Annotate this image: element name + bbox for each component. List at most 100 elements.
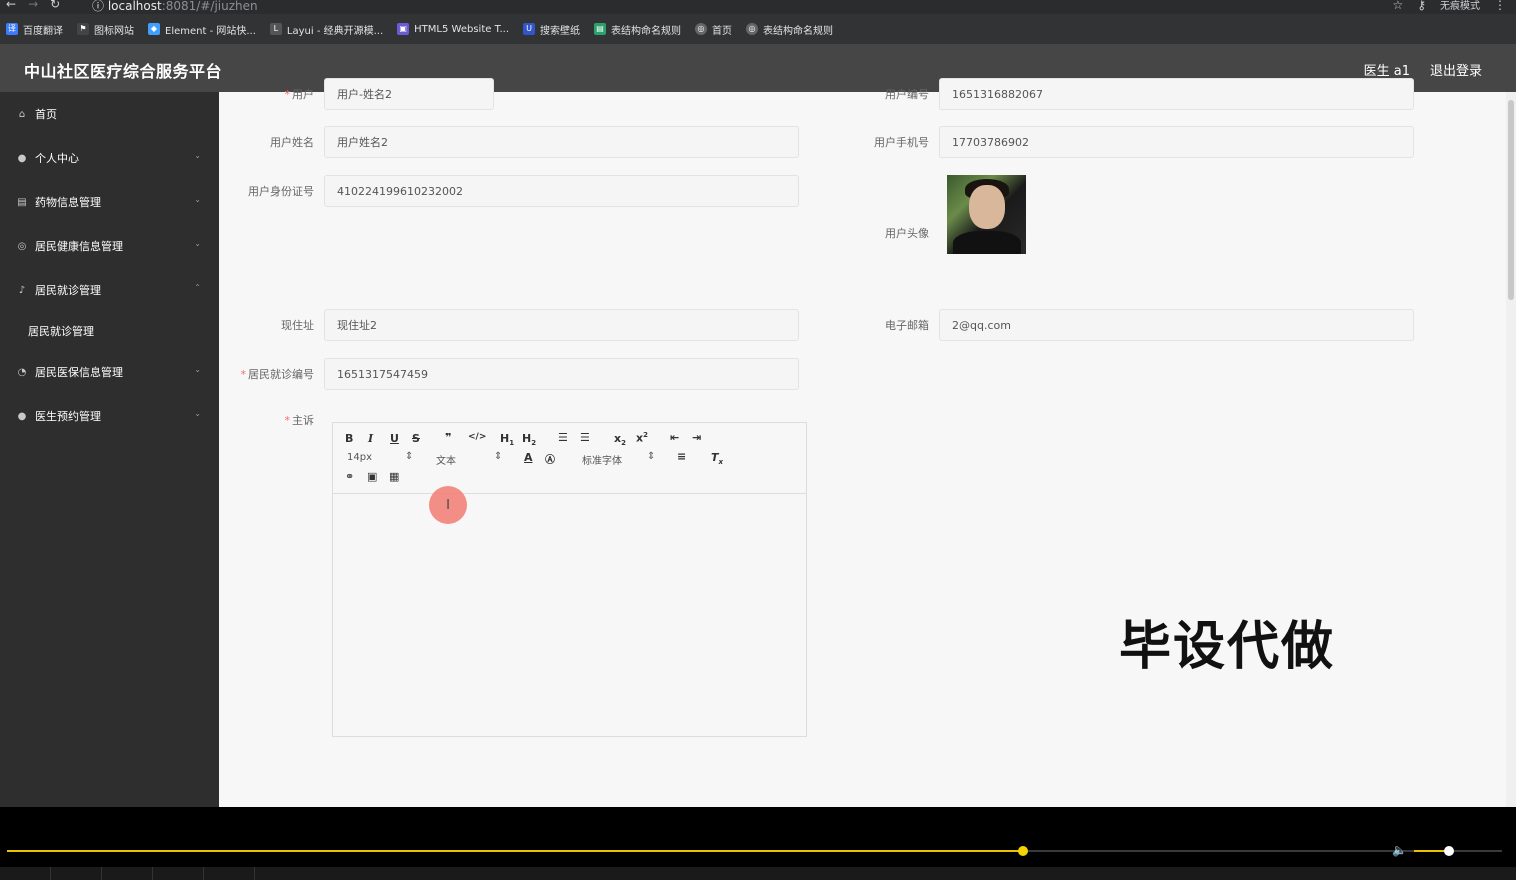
bookmark-item[interactable]: L Layui - 经典开源模... [269, 22, 383, 37]
field-label: 居民就诊编号 [248, 368, 314, 381]
chevron-down-icon: ⌄ [194, 151, 201, 160]
sidebar-item-visit[interactable]: ♪ 居民就诊管理 ⌃ [0, 268, 219, 312]
current-user[interactable]: 医生 a1 [1364, 60, 1410, 79]
form-row-complaint: * 主诉 [284, 414, 315, 427]
circle-icon: ◎ [17, 240, 27, 252]
bookmark-item[interactable]: ◎ 首页 [695, 22, 732, 37]
sidebar-item-appointment[interactable]: ● 医生预约管理 ⌄ [0, 394, 219, 438]
clear-format-icon[interactable]: Tx [711, 451, 723, 466]
sidebar-item-insurance[interactable]: ◔ 居民医保信息管理 ⌄ [0, 350, 219, 394]
heading1-icon[interactable]: H1 [500, 432, 514, 447]
seek-handle[interactable] [1018, 846, 1028, 856]
link-icon[interactable]: ⚭ [345, 470, 354, 483]
sidebar-subitem-visit[interactable]: 居民就诊管理 [0, 312, 219, 350]
heading2-icon[interactable]: H2 [522, 432, 536, 447]
user-avatar-image[interactable] [947, 175, 1026, 254]
form-row-address: 现住址 现住址2 [219, 309, 799, 341]
background-color-icon[interactable]: Ⓐ [545, 451, 555, 466]
email-input[interactable]: 2@qq.com [939, 309, 1414, 341]
sidebar-item-home[interactable]: ⌂ 首页 [0, 92, 219, 136]
outdent-icon[interactable]: ⇤ [670, 431, 679, 444]
address-bar[interactable]: ⓘ localhost:8081/#/jiuzhen [92, 0, 258, 14]
code-icon[interactable]: </> [468, 432, 486, 442]
field-label: 现住址 [281, 319, 314, 332]
browser-actions: ☆ ⚷ 无痕模式 ⋮ [1392, 0, 1506, 12]
bookmark-item[interactable]: ◎ 表结构命名规则 [746, 22, 833, 37]
bookmark-item[interactable]: U 搜索壁纸 [523, 22, 580, 37]
user-no-input[interactable]: 1651316882067 [939, 78, 1414, 110]
star-icon[interactable]: ☆ [1392, 0, 1403, 12]
video-player-controls: 🔈 [0, 807, 1516, 880]
form-row-account: * 用户 用户-姓名2 [219, 78, 494, 110]
sidebar-item-health-info[interactable]: ◎ 居民健康信息管理 ⌄ [0, 224, 219, 268]
user-idcard-input[interactable]: 410224199610232002 [324, 175, 799, 207]
user-icon: ● [17, 410, 27, 422]
editor-body[interactable] [333, 494, 806, 736]
volume-icon[interactable]: 🔈 [1392, 843, 1407, 857]
home-icon: ⌂ [18, 108, 26, 120]
reload-icon[interactable]: ↻ [50, 0, 60, 11]
bullet-list-icon[interactable]: ☰ [580, 431, 590, 444]
field-label: 用户编号 [885, 88, 929, 101]
document-icon: ▤ [17, 196, 27, 208]
field-label: 用户姓名 [270, 136, 314, 149]
font-size-select[interactable]: 14px [347, 452, 372, 463]
user-phone-input[interactable]: 17703786902 [939, 126, 1414, 158]
address-input[interactable]: 现住址2 [324, 309, 799, 341]
editor-toolbar: B I U S ❞ </> H1 H2 ☰ ☰ x2 x2 ⇤ ⇥ 14px ⇕… [333, 423, 806, 494]
gauge-icon: ◔ [17, 366, 27, 378]
video-icon[interactable]: ▦ [389, 470, 399, 483]
font-color-icon[interactable]: A [524, 451, 533, 464]
user-icon: ● [17, 152, 27, 164]
form-row-email: 电子邮箱 2@qq.com [834, 309, 1414, 341]
forward-icon[interactable]: → [28, 0, 38, 11]
bookmark-item[interactable]: ⚑ 图标网站 [77, 22, 134, 37]
seek-progress [7, 850, 1023, 852]
logout-button[interactable]: 退出登录 [1430, 60, 1482, 79]
page-scrollbar[interactable] [1506, 92, 1516, 807]
bold-icon[interactable]: B [345, 432, 353, 445]
key-icon[interactable]: ⚷ [1417, 0, 1426, 12]
url-path: :8081/#/jiuzhen [161, 0, 258, 13]
align-icon[interactable]: ≡ [677, 450, 686, 463]
ordered-list-icon[interactable]: ☰ [558, 431, 568, 444]
italic-icon[interactable]: I [368, 432, 373, 445]
visit-no-input[interactable]: 1651317547459 [324, 358, 799, 390]
form-row-user-no: 用户编号 1651316882067 [834, 78, 1414, 110]
quote-icon[interactable]: ❞ [445, 431, 451, 444]
element-icon: ◆ [148, 23, 160, 35]
globe-icon: ◎ [746, 23, 759, 35]
form-row-avatar-label: 用户头像 [834, 225, 939, 241]
bookmark-item[interactable]: 译百度翻译 [6, 22, 63, 37]
user-name-input[interactable]: 用户姓名2 [324, 126, 799, 158]
subscript-icon[interactable]: x2 [614, 432, 626, 447]
microphone-icon: ♪ [18, 284, 26, 296]
player-bottom-bar [0, 867, 1516, 880]
strike-icon[interactable]: S [412, 432, 420, 445]
bookmark-item[interactable]: ▣ HTML5 Website T... [397, 23, 509, 35]
chevron-updown-icon: ⇕ [494, 451, 503, 462]
bookmark-item[interactable]: ▤ 表结构命名规则 [594, 22, 681, 37]
more-icon[interactable]: ⋮ [1494, 0, 1506, 12]
user-select[interactable]: 用户-姓名2 [324, 78, 494, 110]
back-icon[interactable]: ← [6, 0, 16, 11]
image-icon[interactable]: ▣ [367, 470, 377, 483]
cursor-icon: I [429, 486, 467, 524]
indent-icon[interactable]: ⇥ [692, 431, 701, 444]
bookmark-item[interactable]: ◆ Element - 网站快... [148, 22, 256, 37]
scrollbar-thumb[interactable] [1508, 100, 1514, 300]
globe-icon: ◎ [695, 23, 708, 35]
text-style-select[interactable]: 文本 [436, 452, 456, 467]
underline-icon[interactable]: U [390, 432, 399, 445]
chevron-down-icon: ⌄ [194, 409, 201, 418]
volume-handle[interactable] [1444, 846, 1454, 856]
sidebar-item-medicine[interactable]: ▤ 药物信息管理 ⌄ [0, 180, 219, 224]
incognito-mode[interactable]: 无痕模式 [1440, 0, 1480, 12]
superscript-icon[interactable]: x2 [636, 431, 648, 445]
app-window: 中山社区医疗综合服务平台 医生 a1 退出登录 ⌂ 首页 ● 个人中心 ⌄ ▤ … [0, 44, 1516, 807]
font-family-select[interactable]: 标准字体 [582, 452, 622, 467]
wallpaper-icon: U [523, 23, 536, 35]
sidebar-item-profile[interactable]: ● 个人中心 ⌄ [0, 136, 219, 180]
html5-icon: ▣ [397, 23, 410, 35]
chevron-updown-icon: ⇕ [647, 451, 656, 462]
